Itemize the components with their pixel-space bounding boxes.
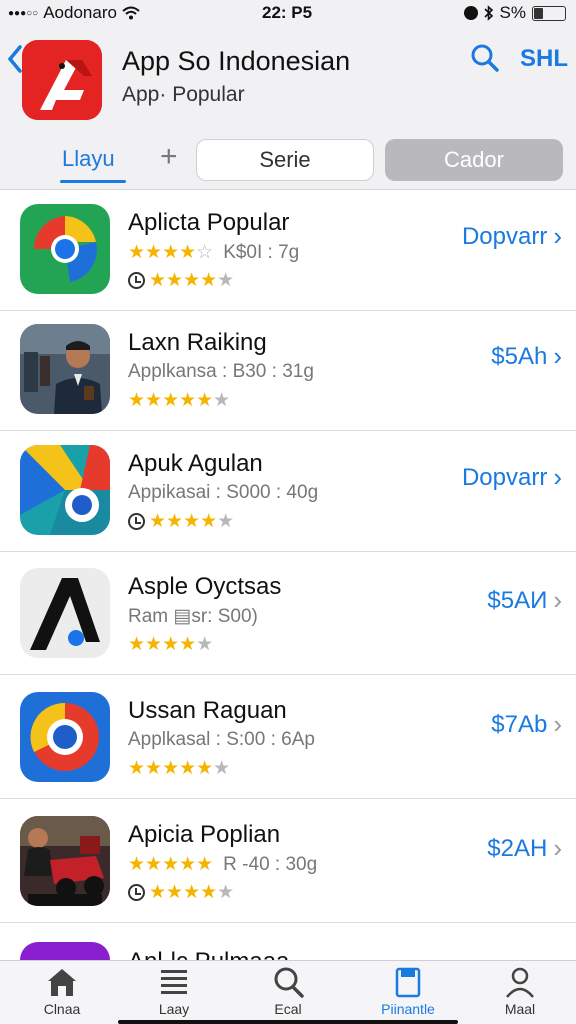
list-item[interactable]: Apuk Agulan Appikasai : S000 : 40g ★★★★★… — [0, 432, 576, 552]
app-meta: Applkansa : B30 : 31g — [128, 361, 314, 382]
tab-label: Maal — [504, 1001, 536, 1017]
rating-stars: ★★★★★ — [149, 270, 235, 291]
clock-icon — [128, 884, 145, 901]
swirl-logo-icon — [20, 692, 110, 782]
tab-search[interactable]: Ecal — [238, 961, 338, 1024]
list-icon — [161, 970, 187, 994]
chevron-right-icon: › — [553, 833, 562, 863]
tab-label: Piinantle — [381, 1001, 435, 1017]
price-button[interactable]: $7Ab › — [491, 709, 562, 740]
list-item[interactable]: Aplicta Popular ★★★★☆ K$0I : 7g ★★★★★ Do… — [0, 191, 576, 311]
battery-icon — [532, 5, 566, 21]
list-item[interactable]: Asple Oyctsas Ram ▤sr: S00) ★★★★★ $5AИ › — [0, 555, 576, 675]
price-button[interactable]: $5AИ › — [487, 585, 562, 616]
bottom-tab-bar: Clnaa Laay Ecal Piinantle Maal — [0, 960, 576, 1024]
app-name: Apuk Agulan — [128, 450, 263, 477]
a-logo-icon — [20, 568, 110, 658]
bluetooth-icon — [483, 5, 493, 21]
chevron-right-icon: › — [553, 341, 562, 371]
document-icon — [395, 967, 421, 998]
app-meta: R -40 : 30g — [223, 853, 318, 875]
status-time: 22: P5 — [262, 3, 313, 22]
chevron-right-icon: › — [553, 462, 562, 492]
app-meta: Ram ▤sr: S00) — [128, 606, 258, 627]
segment-serie[interactable]: Serie — [196, 139, 374, 181]
plus-icon[interactable]: + — [160, 140, 178, 174]
rating-stars: ★★★★★★ — [128, 390, 231, 411]
price-button[interactable]: $5Ah › — [491, 341, 562, 372]
rating-stars: ★★★★★★ — [128, 758, 231, 779]
carrier-name: Aodonaro — [43, 3, 117, 22]
rating-stars: ★★★★★ — [128, 634, 214, 655]
chevron-right-icon: › — [553, 709, 562, 739]
tab-documents[interactable]: Piinantle — [358, 961, 458, 1024]
page-title: App So Indonesian — [122, 46, 351, 76]
app-meta: Applkasal : S:00 : 6Ap — [128, 729, 315, 750]
clock-icon — [128, 513, 145, 530]
list-item[interactable]: Laxn Raiking Applkansa : B30 : 31g ★★★★★… — [0, 311, 576, 431]
home-icon — [48, 969, 76, 996]
tab-profile[interactable]: Maal — [470, 961, 570, 1024]
header-right-button[interactable]: SHL — [520, 45, 568, 73]
chrome-icon — [20, 204, 110, 294]
status-bar: ●●●○○ Aodonaro 22: P5 S% — [0, 0, 576, 26]
tab-label: Laay — [158, 1001, 190, 1017]
app-logo-icon — [22, 40, 102, 120]
person-photo-icon — [20, 324, 110, 414]
home-indicator — [118, 1020, 458, 1024]
tab-home[interactable]: Clnaa — [12, 961, 112, 1024]
chevron-right-icon: › — [553, 585, 562, 615]
app-name: Apicia Poplian — [128, 821, 281, 848]
segment-cador[interactable]: Cador — [385, 139, 563, 181]
app-header: App So Indonesian App· Popular SHL Llayu… — [0, 26, 576, 190]
active-tab-indicator — [60, 180, 126, 183]
download-button[interactable]: Dopvarr › — [462, 462, 562, 493]
app-name: Ussan Raguan — [128, 697, 287, 724]
list-item[interactable]: Ussan Raguan Applkasal : S:00 : 6Ap ★★★★… — [0, 679, 576, 799]
wifi-icon — [122, 6, 140, 20]
page-subtitle: App· Popular — [122, 83, 245, 106]
price-button[interactable]: $2AH › — [487, 833, 562, 864]
search-icon[interactable] — [470, 43, 500, 73]
app-meta: Appikasai : S000 : 40g — [128, 482, 319, 503]
app-name: Asple Oyctsas — [128, 573, 282, 600]
app-name: Laxn Raiking — [128, 329, 267, 356]
battery-percent: S% — [499, 3, 526, 22]
clock-icon — [128, 272, 145, 289]
rating-stars: ★★★★★ — [149, 882, 235, 903]
tab-list[interactable]: Laay — [124, 961, 224, 1024]
alarm-icon — [463, 6, 478, 20]
motorbike-photo-icon — [20, 816, 110, 906]
app-name: Aplicta Popular — [128, 209, 290, 236]
rating-stars: ★★★★★ — [128, 854, 214, 875]
colorful-logo-icon — [20, 445, 110, 535]
download-button[interactable]: Dopvarr › — [462, 221, 562, 252]
search-icon — [274, 967, 304, 998]
list-item[interactable]: Apicia Poplian ★★★★★ R -40 : 30g ★★★★★ $… — [0, 803, 576, 923]
tab-layu[interactable]: Llayu — [62, 146, 115, 172]
rating-stars: ★★★★★ — [149, 511, 235, 532]
app-meta: K$0I : 7g — [223, 241, 300, 263]
tab-label: Clnaa — [43, 1001, 81, 1017]
tab-label: Ecal — [274, 1001, 302, 1017]
chevron-right-icon: › — [553, 221, 562, 251]
signal-dots-icon: ●●●○○ — [8, 7, 39, 19]
rating-stars: ★★★★☆ — [128, 242, 214, 263]
person-icon — [506, 967, 534, 998]
